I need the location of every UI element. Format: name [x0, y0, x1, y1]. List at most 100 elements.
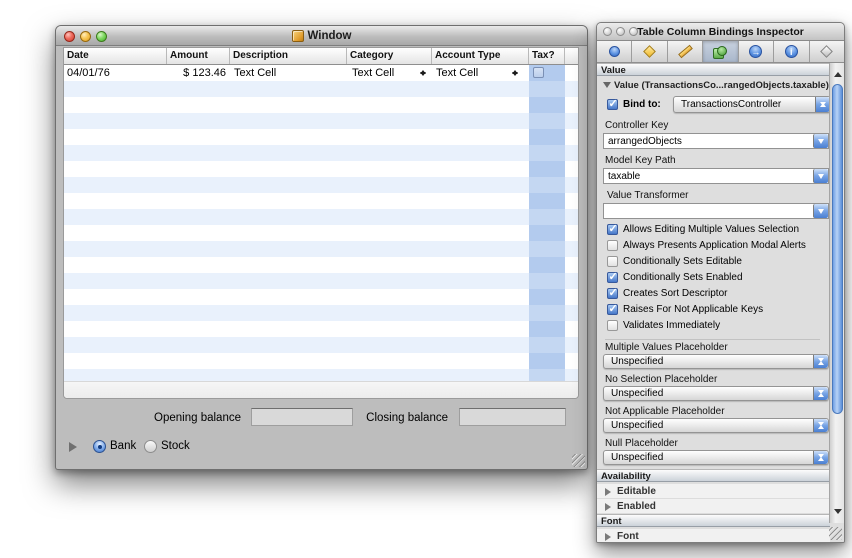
cell-date[interactable]: 04/01/76	[67, 65, 165, 81]
combo-dropdown-icon[interactable]	[813, 204, 828, 218]
inspector-resize-grip[interactable]	[829, 527, 842, 540]
cell-account-type[interactable]: Text Cell	[436, 65, 506, 81]
closing-balance-field[interactable]	[459, 408, 566, 426]
account-type-popup-arrows-icon[interactable]	[512, 67, 519, 79]
scroll-down-arrow-icon[interactable]	[830, 504, 845, 519]
column-header-date[interactable]: Date	[64, 48, 167, 64]
option-label: Always Presents Application Modal Alerts	[623, 240, 806, 251]
inspector-close-button[interactable]	[603, 27, 612, 36]
popup-arrows-icon	[815, 97, 830, 112]
option-checkbox[interactable]	[607, 272, 618, 283]
connections-arrow-icon: →	[749, 45, 762, 58]
titlebar[interactable]: Window	[56, 26, 587, 46]
model-key-path-combo[interactable]: taxable	[603, 168, 829, 184]
tab-identity[interactable]: i	[774, 41, 809, 62]
closing-balance-label: Closing balance	[356, 412, 448, 424]
bind-to-checkbox[interactable]	[607, 99, 618, 110]
tab-effects[interactable]	[632, 41, 667, 62]
table-row[interactable]: 04/01/76 $ 123.46 Text Cell Text Cell Te…	[64, 65, 578, 82]
bank-radio-label[interactable]: Bank	[110, 440, 136, 452]
placeholder-popup[interactable]: Unspecified	[603, 418, 829, 433]
placeholder-popup[interactable]: Unspecified	[603, 386, 829, 401]
column-header-amount[interactable]: Amount	[167, 48, 230, 64]
option-checkbox[interactable]	[607, 304, 618, 315]
column-header-account-type[interactable]: Account Type	[432, 48, 529, 64]
section-header-value[interactable]: Value	[597, 63, 830, 76]
disclosure-closed-icon[interactable]	[605, 503, 611, 511]
option-checkbox[interactable]	[607, 256, 618, 267]
stock-radio-label[interactable]: Stock	[161, 440, 190, 452]
opening-balance-field[interactable]	[251, 408, 353, 426]
tab-applescript[interactable]	[810, 41, 844, 62]
cell-category[interactable]: Text Cell	[352, 65, 416, 81]
bank-radio[interactable]	[93, 440, 106, 453]
placeholder-value: Unspecified	[611, 452, 663, 463]
editable-label: Editable	[617, 486, 656, 497]
bind-to-popup-value: TransactionsController	[681, 99, 781, 110]
category-popup-arrows-icon[interactable]	[420, 67, 427, 79]
inspector-minimize-button[interactable]	[616, 27, 625, 36]
disclosure-closed-icon[interactable]	[605, 488, 611, 496]
option-label: Creates Sort Descriptor	[623, 288, 727, 299]
combo-dropdown-icon[interactable]	[813, 169, 828, 183]
transactions-table[interactable]: Date Amount Description Category Account…	[63, 47, 579, 399]
option-label: Validates Immediately	[623, 320, 720, 331]
minimize-button[interactable]	[80, 31, 91, 42]
controller-key-combo[interactable]: arrangedObjects	[603, 133, 829, 149]
section-header-availability[interactable]: Availability	[597, 469, 830, 482]
popup-arrows-icon	[813, 451, 828, 464]
popup-arrows-icon	[813, 419, 828, 432]
scroll-up-arrow-icon[interactable]	[830, 64, 845, 79]
tab-bindings[interactable]	[703, 41, 738, 62]
value-transformer-combo[interactable]	[603, 203, 829, 219]
bind-to-popup[interactable]: TransactionsController	[673, 96, 831, 113]
window-title: Window	[292, 30, 352, 42]
inspector-zoom-button[interactable]	[629, 27, 638, 36]
section-header-font[interactable]: Font	[597, 514, 830, 527]
inspector-title: Table Column Bindings Inspector	[637, 26, 804, 38]
window-title-text: Window	[308, 30, 352, 42]
placeholder-value: Unspecified	[611, 420, 663, 431]
font-row[interactable]: Font	[597, 529, 830, 543]
column-header-tax[interactable]: Tax?	[529, 48, 565, 64]
tax-checkbox[interactable]	[533, 67, 544, 78]
column-header-description[interactable]: Description	[230, 48, 347, 64]
tab-size[interactable]	[668, 41, 703, 62]
disclosure-triangle-icon[interactable]	[69, 442, 77, 452]
close-button[interactable]	[64, 31, 75, 42]
cell-description[interactable]: Text Cell	[234, 65, 344, 81]
applescript-icon	[820, 45, 833, 58]
availability-row-enabled[interactable]: Enabled	[597, 499, 830, 514]
document-window: Window Date Amount Description Category …	[55, 25, 588, 470]
tab-attributes[interactable]	[597, 41, 632, 62]
binding-disclosure-row[interactable]: Value (TransactionsCo...rangedObjects.ta…	[603, 80, 829, 91]
option-checkbox[interactable]	[607, 224, 618, 235]
scrollbar-thumb[interactable]	[832, 84, 843, 414]
placeholder-popup[interactable]: Unspecified	[603, 354, 829, 369]
bind-to-label: Bind to:	[623, 99, 661, 110]
option-label: Allows Editing Multiple Values Selection	[623, 224, 799, 235]
stock-radio[interactable]	[144, 440, 157, 453]
zoom-button[interactable]	[96, 31, 107, 42]
placeholder-label: Not Applicable Placeholder	[605, 406, 725, 417]
column-header-category[interactable]: Category	[347, 48, 432, 64]
disclosure-open-icon[interactable]	[603, 82, 611, 88]
window-resize-grip[interactable]	[572, 454, 585, 467]
placeholder-label: No Selection Placeholder	[605, 374, 717, 385]
tab-connections[interactable]: →	[739, 41, 774, 62]
option-checkbox[interactable]	[607, 320, 618, 331]
option-checkbox[interactable]	[607, 288, 618, 299]
size-ruler-icon	[678, 45, 693, 58]
font-label: Font	[617, 531, 639, 542]
inspector-titlebar[interactable]: Table Column Bindings Inspector	[597, 23, 844, 41]
info-icon: i	[785, 45, 798, 58]
attributes-icon	[609, 46, 620, 57]
availability-row-editable[interactable]: Editable	[597, 484, 830, 499]
placeholder-popup[interactable]: Unspecified	[603, 450, 829, 465]
cell-amount[interactable]: $ 123.46	[167, 65, 226, 81]
disclosure-closed-icon[interactable]	[605, 533, 611, 541]
option-checkbox[interactable]	[607, 240, 618, 251]
inspector-scrollbar[interactable]	[829, 63, 844, 523]
combo-dropdown-icon[interactable]	[813, 134, 828, 148]
inspector-content: Value Value (TransactionsCo...rangedObje…	[597, 63, 844, 542]
